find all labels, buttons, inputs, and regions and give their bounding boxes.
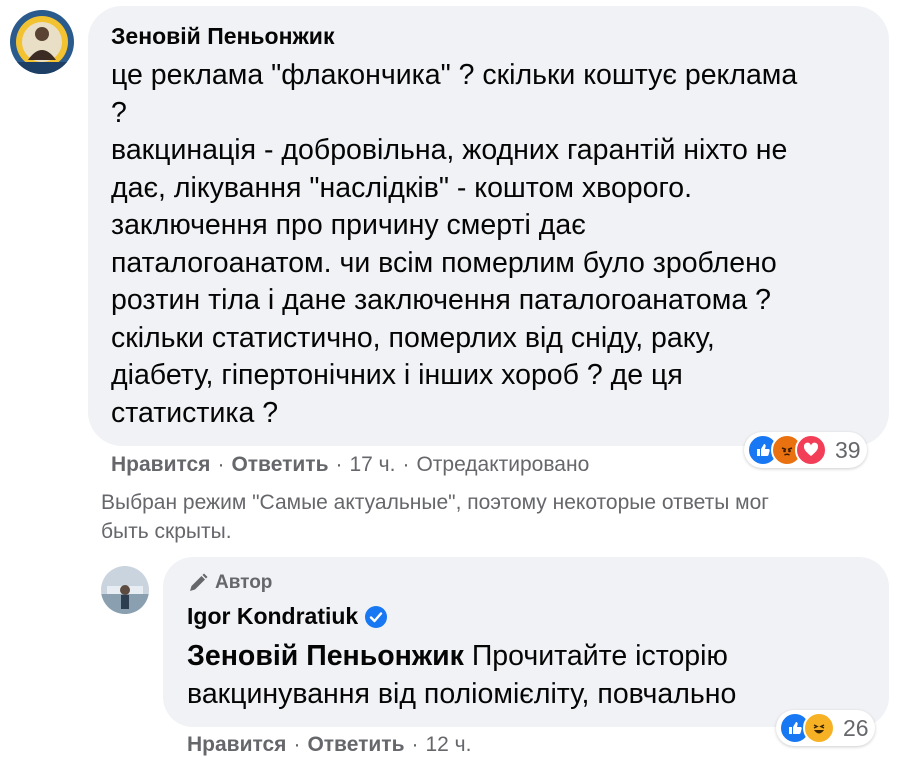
comment-line: ?	[111, 96, 127, 129]
comment-line: паталогоанатом. чи всім померлим було зр…	[111, 246, 777, 279]
haha-icon	[803, 712, 835, 744]
verified-badge-icon	[364, 605, 388, 629]
commenter-avatar[interactable]	[10, 10, 74, 74]
reply-author-name-row: Igor Kondratiuk	[187, 603, 388, 630]
like-button[interactable]: Нравится	[111, 453, 210, 477]
reply-body: Зеновій Пеньонжик Прочитайте історію вак…	[187, 637, 877, 713]
mention-link[interactable]: Зеновій Пеньонжик	[187, 640, 464, 672]
separator: ·	[402, 453, 410, 476]
comment-actions: Нравится · Ответить · 17 ч. · Отредактир…	[111, 453, 589, 477]
like-button[interactable]: Нравится	[187, 733, 286, 757]
separator: ·	[217, 453, 225, 476]
comment-author-name[interactable]: Зеновій Пеньонжик	[111, 23, 334, 50]
pencil-icon	[190, 573, 208, 591]
reply-author-name[interactable]: Igor Kondratiuk	[187, 603, 358, 630]
comment-line: розтин тіла і дане заключення паталогоан…	[111, 284, 771, 316]
reaction-count: 39	[835, 436, 861, 463]
comment-line: статистика ?	[111, 396, 279, 429]
comment-line: скільки статистично, померлих від сніду,…	[111, 321, 715, 354]
edited-label[interactable]: Отредактировано	[416, 453, 589, 477]
reply-line: вакцинування від поліомієліту, повчально	[187, 678, 737, 710]
notice-line: быть скрыты.	[101, 520, 232, 543]
reply-reactions[interactable]: 26	[776, 710, 875, 746]
reply-author-avatar[interactable]	[101, 566, 149, 614]
sort-notice: Выбран режим "Самые актуальные", поэтому…	[101, 488, 769, 546]
comment-line: діабету, гіпертонічних і інших хороб ? д…	[111, 359, 683, 391]
reply-button[interactable]: Ответить	[307, 733, 404, 757]
comment-line: дає, лікування "наслідків" - коштом хвор…	[111, 171, 693, 204]
comment-timestamp[interactable]: 17 ч.	[349, 453, 395, 477]
reply-button[interactable]: Ответить	[231, 453, 328, 477]
separator: ·	[411, 733, 419, 756]
reply-actions: Нравится · Ответить · 12 ч.	[187, 733, 471, 757]
comment-reactions[interactable]: 39	[744, 432, 867, 468]
comment-line: вакцинація - добровільна, жодних гаранті…	[111, 134, 788, 166]
comment-line: це реклама "флакончика" ? скільки коштує…	[111, 59, 798, 91]
love-icon	[795, 434, 827, 466]
reply-timestamp[interactable]: 12 ч.	[425, 733, 471, 757]
reply-line: Зеновій Пеньонжик Прочитайте історію	[187, 637, 877, 675]
comment-line: заключення про причину смерті дає	[111, 209, 586, 241]
reaction-count: 26	[843, 714, 869, 741]
notice-line: Выбран режим "Самые актуальные", поэтому…	[101, 491, 769, 514]
author-badge: Автор	[187, 572, 272, 594]
separator: ·	[335, 453, 343, 476]
reply-text-part: Прочитайте історію	[471, 640, 728, 672]
separator: ·	[293, 733, 301, 756]
author-badge-label: Автор	[215, 572, 273, 593]
comment-body: це реклама "флакончика" ? скільки коштує…	[111, 57, 881, 432]
